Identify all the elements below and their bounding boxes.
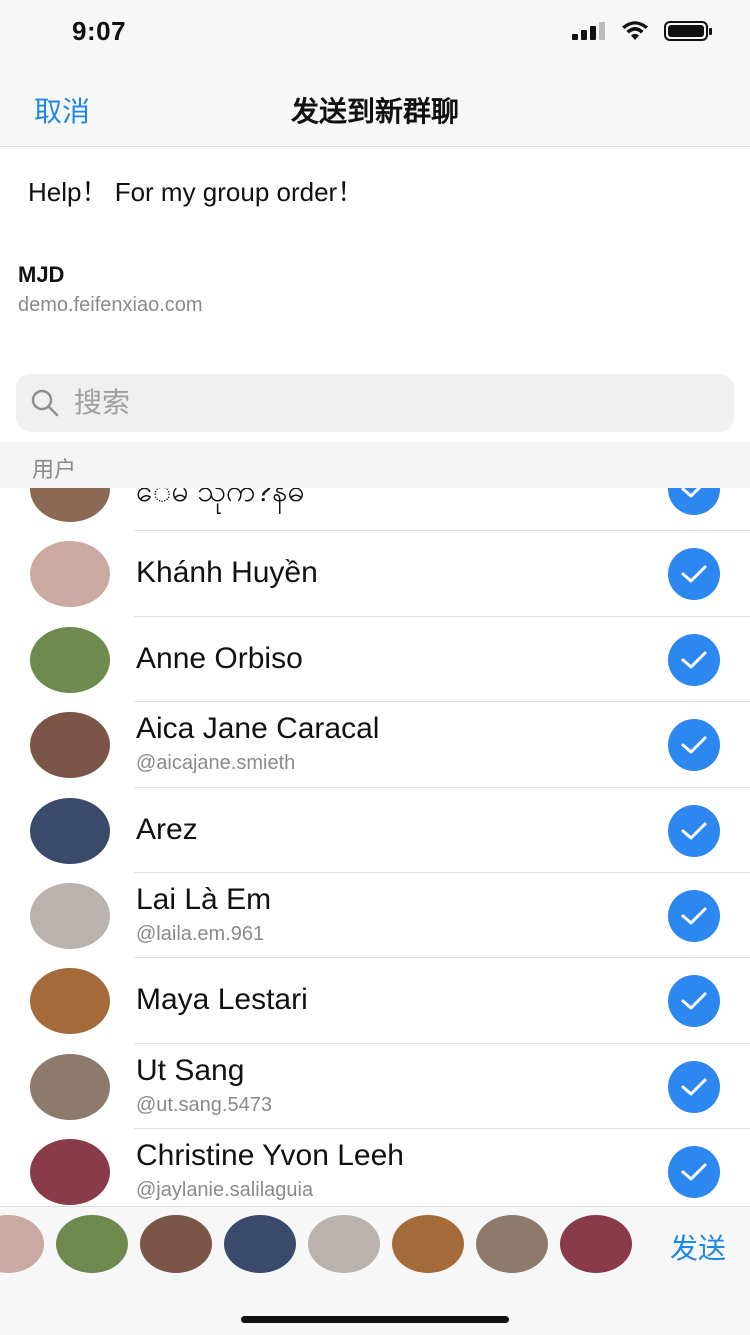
selected-checkbox[interactable] — [668, 719, 720, 772]
checkmark-icon — [681, 565, 707, 583]
selected-checkbox[interactable] — [668, 1060, 720, 1113]
user-handle: @jaylanie.salilaguia — [136, 1179, 314, 1202]
user-handle: @ut.sang.5473 — [136, 1093, 272, 1116]
section-header: 用户 — [0, 442, 750, 488]
selected-avatar[interactable] — [224, 1215, 296, 1273]
selected-checkbox[interactable] — [668, 804, 720, 857]
user-name: Maya Lestari — [136, 983, 308, 1017]
selected-checkbox[interactable] — [668, 1146, 720, 1199]
wifi-icon — [622, 21, 648, 40]
home-indicator — [241, 1316, 509, 1323]
selected-avatar[interactable] — [140, 1215, 212, 1273]
search-input[interactable] — [74, 374, 714, 432]
list-item[interactable]: Arez — [0, 788, 750, 873]
user-name: Aica Jane Caracal — [136, 712, 380, 746]
list-item[interactable]: Lai Là Em @laila.em.961 — [0, 873, 750, 959]
selected-checkbox[interactable] — [668, 633, 720, 686]
user-name: ေမ သ်ုက?နဓ — [136, 488, 305, 508]
list-item[interactable]: Christine Yvon Leeh @jaylanie.salilaguia — [0, 1129, 750, 1206]
user-name: Anne Orbiso — [136, 641, 303, 675]
section-label: 用户 — [32, 457, 77, 482]
avatar — [30, 488, 110, 522]
selected-avatar[interactable] — [0, 1215, 44, 1273]
selected-avatar[interactable] — [308, 1215, 380, 1273]
user-name: Khánh Huyền — [136, 556, 318, 590]
cellular-signal-icon — [572, 22, 605, 40]
checkmark-icon — [681, 1163, 707, 1181]
user-name: Lai Là Em — [136, 882, 272, 916]
list-item[interactable]: Aica Jane Caracal @aicajane.smieth — [0, 702, 750, 788]
status-bar: 9:07 — [0, 0, 750, 66]
checkmark-icon — [681, 907, 707, 925]
search-bar[interactable] — [16, 374, 734, 432]
avatar — [30, 541, 110, 608]
selected-avatar[interactable] — [392, 1215, 464, 1273]
checkmark-icon — [681, 1078, 707, 1096]
user-name: Arez — [136, 812, 198, 846]
checkmark-icon — [681, 488, 702, 498]
checkmark-icon — [681, 992, 707, 1010]
user-handle: @aicajane.smieth — [136, 752, 296, 775]
selected-checkbox[interactable] — [668, 889, 720, 942]
avatar — [30, 882, 110, 949]
avatar — [30, 712, 110, 779]
user-handle: @laila.em.961 — [136, 922, 265, 945]
user-list[interactable]: ေမ သ်ုက?နဓ Khánh Huyền Anne Orbiso Aica … — [0, 488, 750, 1206]
list-item[interactable]: Khánh Huyền — [0, 531, 750, 617]
avatar — [30, 1053, 110, 1120]
search-icon — [31, 389, 59, 417]
navigation-bar: 取消 发送到新群聊 — [0, 66, 750, 147]
send-button[interactable]: 发送 — [670, 1227, 726, 1267]
checkmark-icon — [681, 822, 707, 840]
page-title: 发送到新群聊 — [290, 96, 459, 127]
battery-icon — [664, 21, 712, 41]
list-item[interactable]: Ut Sang @ut.sang.5473 — [0, 1044, 750, 1130]
avatar — [30, 797, 110, 864]
user-name: Christine Yvon Leeh — [136, 1139, 404, 1173]
selected-avatar[interactable] — [56, 1215, 128, 1273]
checkmark-icon — [681, 736, 707, 754]
list-item[interactable]: Maya Lestari — [0, 958, 750, 1044]
share-message: Help！ For my group order！ — [28, 177, 364, 207]
selected-checkbox[interactable] — [668, 488, 720, 515]
list-item[interactable]: ေမ သ်ုက?နဓ — [0, 488, 750, 532]
shared-link-title: MJD — [18, 262, 65, 287]
selected-avatar[interactable] — [560, 1215, 632, 1273]
list-item[interactable]: Anne Orbiso — [0, 617, 750, 703]
avatar — [30, 626, 110, 693]
user-name: Ut Sang — [136, 1053, 245, 1087]
avatar — [30, 1139, 110, 1206]
selected-avatar[interactable] — [476, 1215, 548, 1273]
selected-checkbox[interactable] — [668, 975, 720, 1028]
status-icons — [572, 20, 714, 42]
shared-link-url: demo.feifenxiao.com — [18, 294, 203, 316]
status-time: 9:07 — [72, 16, 127, 46]
checkmark-icon — [681, 651, 707, 669]
selected-checkbox[interactable] — [668, 548, 720, 601]
user-list-content: ေမ သ်ုက?နဓ Khánh Huyền Anne Orbiso Aica … — [0, 488, 750, 1206]
avatar — [30, 968, 110, 1035]
